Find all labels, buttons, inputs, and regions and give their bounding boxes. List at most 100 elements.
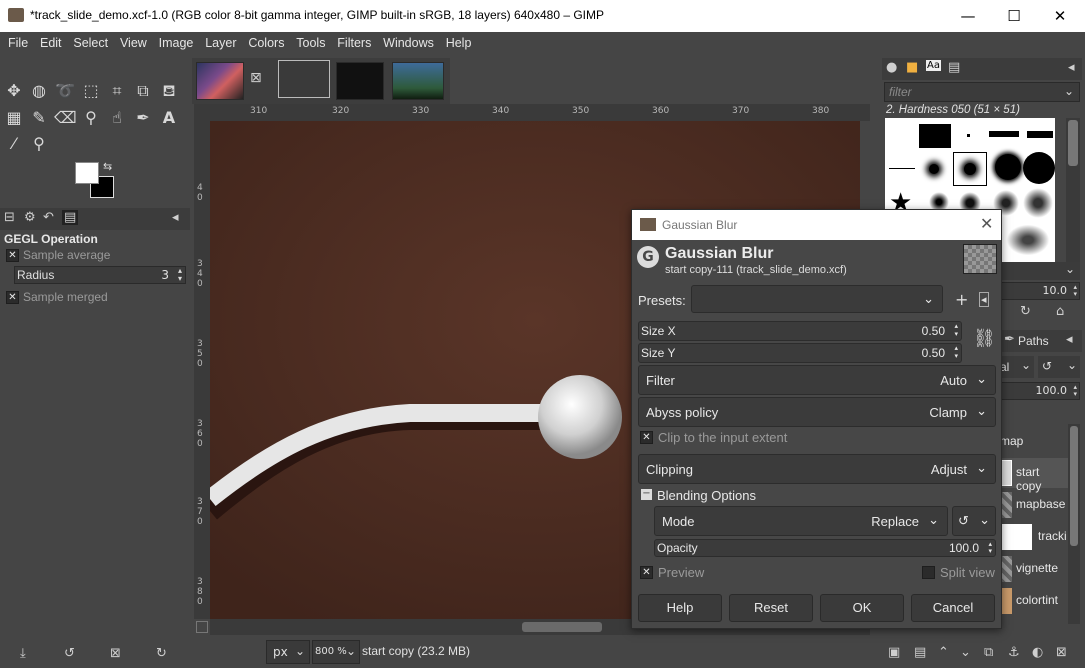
spinner-arrows-icon[interactable]: ▴ ▾ [178, 267, 182, 283]
new-layer-group-icon[interactable]: ▤ [914, 645, 926, 660]
refresh-brushes-icon[interactable]: ↻ [1020, 304, 1031, 319]
zoom-selector[interactable]: 800 % ⌄ [312, 640, 360, 664]
move-tool-icon[interactable]: ✥ [3, 80, 25, 102]
layer-row-colortint[interactable]: colortint [1000, 586, 1070, 616]
dialog-titlebar[interactable]: Gaussian Blur ✕ [632, 210, 1001, 240]
anchor-layer-icon[interactable]: ⚓ [1008, 645, 1020, 660]
eraser-icon[interactable]: ⌫ [54, 107, 77, 129]
clone-icon[interactable]: ⚲ [80, 107, 102, 129]
spinner-arrows-icon[interactable]: ▴ ▾ [1073, 284, 1077, 298]
spinner-arrows-icon[interactable]: ▴ ▾ [1073, 384, 1077, 398]
brush-view-selector[interactable]: ⌄ [1000, 262, 1080, 280]
brush-item[interactable] [1003, 222, 1053, 258]
document-history-tab-icon[interactable]: ▤ [948, 60, 960, 75]
brush-spacing-field[interactable]: 10.0 ▴ ▾ [1000, 282, 1080, 300]
radius-spinner[interactable]: Radius 3 ▴ ▾ [14, 266, 186, 284]
paintbrush-icon[interactable]: ✎ [28, 107, 50, 129]
duplicate-layer-icon[interactable]: ⧉ [984, 645, 993, 660]
abyss-policy-combo[interactable]: Abyss policy Clamp ⌄ [638, 397, 996, 427]
spinner-arrows-icon[interactable]: ▴ ▾ [988, 541, 992, 555]
menu-help[interactable]: Help [446, 32, 472, 50]
clipping-combo[interactable]: Clipping Adjust ⌄ [638, 454, 996, 484]
layer-opacity-field[interactable]: 100.0 ▴ ▾ [1000, 382, 1080, 400]
split-view-checkbox[interactable] [922, 566, 935, 579]
filter-combo[interactable]: Filter Auto ⌄ [638, 365, 996, 395]
crop-icon[interactable]: ⌗ [106, 80, 128, 102]
layer-row-vignette[interactable]: vignette [1000, 554, 1070, 584]
chain-link-icon[interactable]: ⛓ [973, 328, 996, 349]
image-tab-thumb-1[interactable] [196, 62, 244, 100]
sample-average-checkbox[interactable]: ✕ [6, 249, 19, 262]
menu-edit[interactable]: Edit [40, 32, 62, 50]
layer-mode-selector[interactable]: al ⌄ [1000, 356, 1034, 378]
help-button[interactable]: Help [638, 594, 722, 622]
scroll-thumb[interactable] [1068, 120, 1078, 166]
spinner-arrows-icon[interactable]: ▴ ▾ [954, 345, 958, 361]
brush-item-selected[interactable] [953, 152, 987, 186]
brush-item[interactable] [967, 134, 970, 137]
bucket-fill-icon[interactable]: ⛾ [158, 80, 180, 102]
menu-windows[interactable]: Windows [383, 32, 434, 50]
panel-menu-icon[interactable]: ◂ [1066, 332, 1073, 347]
paths-icon[interactable]: ✒ [132, 107, 154, 129]
device-status-tab-icon[interactable]: ⚙ [24, 210, 36, 225]
smudge-icon[interactable]: ☝ [106, 107, 128, 129]
restore-options-icon[interactable]: ↺ [64, 646, 75, 661]
fuzzy-select-icon[interactable]: ⬚ [80, 80, 102, 102]
fonts-tab-icon[interactable]: Aa [926, 60, 941, 71]
text-tool-icon[interactable]: A [158, 107, 180, 129]
panel-menu-icon[interactable]: ◂ [172, 210, 179, 225]
ellipse-select-icon[interactable]: ◍ [28, 80, 50, 102]
brush-scrollbar[interactable] [1066, 118, 1080, 263]
brush-item[interactable] [995, 154, 1021, 180]
minimize-button[interactable]: — [945, 0, 991, 32]
composite-mode-combo[interactable]: ↺ ⌄ [952, 506, 996, 536]
layer-row-map[interactable]: map [1000, 428, 1070, 458]
unit-selector[interactable]: px ⌄ [266, 640, 310, 664]
new-layer-icon[interactable]: ▣ [888, 645, 900, 660]
cancel-button[interactable]: Cancel [911, 594, 995, 622]
image-tab-thumb-2[interactable] [278, 60, 330, 98]
layer-row-start-copy[interactable]: start copy [1000, 458, 1068, 493]
corner-ruler-button[interactable] [194, 104, 210, 121]
brush-item[interactable] [1023, 152, 1055, 184]
collapse-icon[interactable]: − [641, 489, 652, 500]
brush-item[interactable] [989, 131, 1019, 137]
lower-layer-icon[interactable]: ⌄ [960, 645, 971, 660]
brush-item[interactable] [1023, 188, 1053, 218]
brush-item[interactable] [889, 168, 915, 169]
paths-tab-label[interactable]: Paths [1018, 334, 1049, 348]
menu-layer[interactable]: Layer [205, 32, 236, 50]
brush-item[interactable] [1027, 131, 1053, 138]
close-window-button[interactable]: ✕ [1037, 0, 1083, 32]
presets-menu-icon[interactable]: ◂ [979, 292, 989, 307]
spinner-arrows-icon[interactable]: ▴ ▾ [954, 323, 958, 339]
image-tab-thumb-4[interactable] [392, 62, 444, 100]
brush-item[interactable] [929, 164, 939, 174]
menu-select[interactable]: Select [73, 32, 108, 50]
layer-row-mapbase[interactable]: mapbase [1000, 490, 1070, 520]
lasso-icon[interactable]: ➰ [54, 80, 76, 102]
brush-item[interactable] [919, 124, 951, 148]
blend-mode-combo[interactable]: Mode Replace ⌄ [654, 506, 948, 536]
layer-row-tracki[interactable]: tracki [1000, 522, 1070, 552]
menu-view[interactable]: View [120, 32, 147, 50]
size-y-spinner[interactable]: Size Y 0.50 ▴ ▾ [638, 343, 962, 363]
scroll-thumb[interactable] [1070, 426, 1078, 546]
navigate-icon[interactable] [196, 621, 208, 633]
raise-layer-icon[interactable]: ⌃ [938, 645, 949, 660]
menu-file[interactable]: File [8, 32, 28, 50]
patterns-tab-icon[interactable]: ■ [906, 60, 918, 75]
image-tab-thumb-3[interactable] [336, 62, 384, 100]
brush-filter-field[interactable]: filter ⌄ [884, 82, 1080, 102]
images-tab-icon[interactable]: ▤ [62, 210, 79, 225]
blending-options-label[interactable]: Blending Options [657, 488, 756, 503]
clip-extent-checkbox[interactable]: ✕ [640, 431, 653, 444]
sample-merged-checkbox[interactable]: ✕ [6, 291, 19, 304]
panel-menu-icon[interactable]: ◂ [1068, 60, 1075, 75]
save-options-icon[interactable]: ⤓ [20, 646, 26, 661]
ok-button[interactable]: OK [820, 594, 904, 622]
mask-layer-icon[interactable]: ◐ [1032, 645, 1043, 660]
preview-checkbox[interactable]: ✕ [640, 566, 653, 579]
delete-layer-icon[interactable]: ⊠ [1056, 645, 1067, 660]
